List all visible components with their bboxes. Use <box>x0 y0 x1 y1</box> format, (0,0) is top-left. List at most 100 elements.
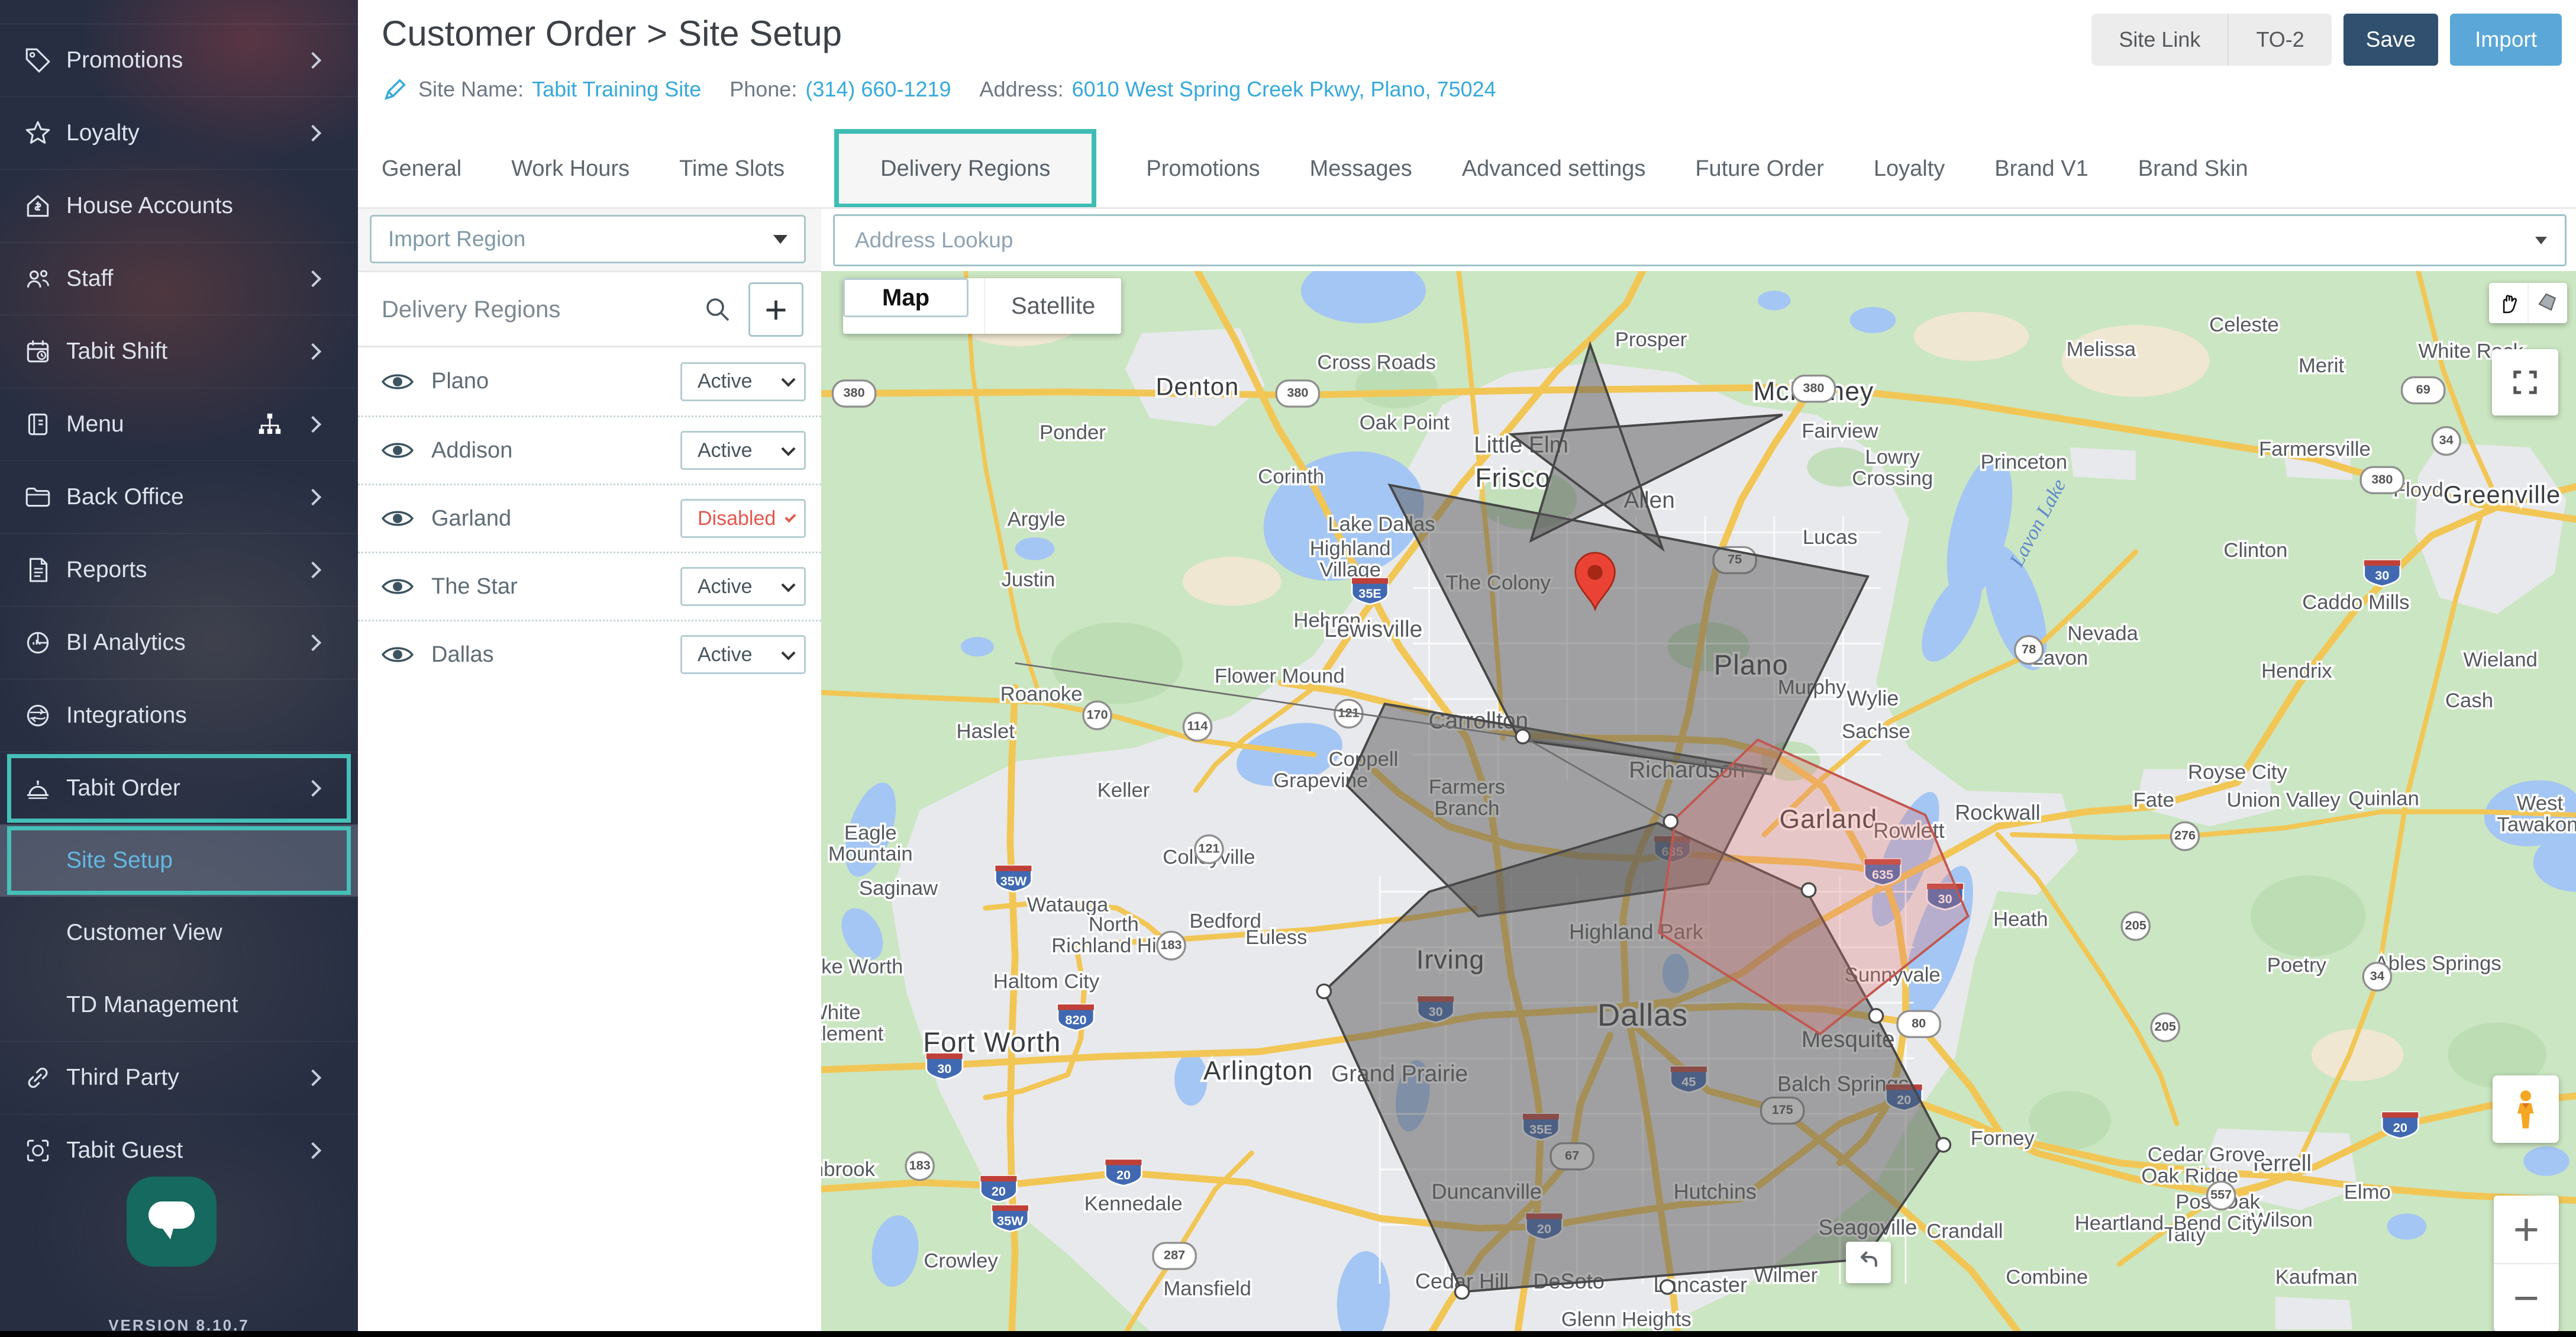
sidebar-item-integrations[interactable]: Integrations <box>0 679 358 752</box>
map-label: Kaufman <box>2275 1266 2358 1288</box>
region-row-addison: AddisonActive <box>358 415 821 484</box>
polygon-vertex[interactable] <box>1936 1138 1950 1152</box>
route-shield: 205 <box>2151 1013 2179 1041</box>
map-label: Poetry <box>2267 954 2327 977</box>
tab-time-slots[interactable]: Time Slots <box>679 156 785 182</box>
region-status-select[interactable]: Disabled <box>680 499 806 538</box>
chevron-right-icon <box>305 343 321 360</box>
sidebar-item-reports[interactable]: Reports <box>0 533 358 606</box>
sidebar-item-back-office[interactable]: Back Office <box>0 460 358 533</box>
region-name: Addison <box>431 438 680 463</box>
address-lookup-input[interactable]: Address Lookup <box>833 214 2567 266</box>
to2-button[interactable]: TO-2 <box>2228 14 2331 66</box>
tab-loyalty[interactable]: Loyalty <box>1874 156 1945 182</box>
sidebar-item-house-accounts[interactable]: House Accounts <box>0 169 358 242</box>
map-label: Arlington <box>1203 1056 1313 1085</box>
route-shield: 380 <box>2361 467 2403 493</box>
undo-button[interactable] <box>1846 1242 1891 1283</box>
tab-brand-skin[interactable]: Brand Skin <box>2138 156 2248 182</box>
tab-delivery-regions[interactable]: Delivery Regions <box>834 129 1096 208</box>
region-status-select[interactable]: Active <box>680 635 806 674</box>
svg-text:121: 121 <box>1198 841 1219 856</box>
visibility-eye-icon[interactable] <box>382 439 414 462</box>
map-label: Caddo Mills <box>2302 591 2409 614</box>
tab-messages[interactable]: Messages <box>1310 156 1412 182</box>
svg-text:380: 380 <box>843 385 864 400</box>
chevron-down-icon <box>781 442 795 456</box>
polygon-vertex[interactable] <box>1869 1009 1883 1023</box>
import-region-dropdown[interactable]: Import Region <box>370 215 806 263</box>
sidebar-item-third-party[interactable]: Third Party <box>0 1041 358 1114</box>
polygon-vertex[interactable] <box>1317 984 1331 998</box>
tab-brand-v1[interactable]: Brand V1 <box>1994 156 2088 182</box>
polygon-vertex[interactable] <box>1802 883 1815 897</box>
map-type-satellite-button[interactable]: Satellite <box>984 278 1121 334</box>
polygon-vertex[interactable] <box>1664 814 1677 828</box>
edit-pencil-icon[interactable] <box>382 76 409 103</box>
sidebar-item-td-management[interactable]: TD Management <box>0 969 358 1041</box>
svg-text:114: 114 <box>1187 719 1208 733</box>
polygon-vertex[interactable] <box>1661 1280 1674 1294</box>
map-label: Cross Roads <box>1317 352 1436 374</box>
visibility-eye-icon[interactable] <box>382 643 414 666</box>
sidebar-item-tabit-order[interactable]: Tabit Order <box>0 752 358 824</box>
region-status-select[interactable]: Active <box>680 362 806 401</box>
sidebar-item-site-setup[interactable]: Site Setup <box>0 824 358 897</box>
sidebar-item-label: Staff <box>66 266 307 292</box>
sidebar-item-customer-view[interactable]: Customer View <box>0 897 358 969</box>
add-region-button[interactable]: + <box>748 282 803 337</box>
chevron-right-icon <box>305 634 321 651</box>
sidebar-item-staff[interactable]: Staff <box>0 242 358 315</box>
map-tiles: ProsperCross RoadsDentonOak PointLittle … <box>821 271 2576 1331</box>
house-dollar-icon <box>22 191 53 221</box>
map-canvas[interactable]: ProsperCross RoadsDentonOak PointLittle … <box>821 271 2576 1331</box>
zoom-out-button[interactable]: − <box>2494 1264 2559 1331</box>
polygon-vertex[interactable] <box>1455 1285 1468 1299</box>
sidebar-item-promotions[interactable]: Promotions <box>0 24 358 96</box>
svg-text:35W: 35W <box>1000 874 1027 888</box>
chevron-down-icon <box>2535 237 2547 244</box>
route-shield: 34 <box>2432 427 2460 455</box>
draw-polygon-tool[interactable] <box>2527 283 2567 323</box>
sidebar-item-menu[interactable]: Menu <box>0 388 358 460</box>
pan-hand-tool[interactable] <box>2489 283 2527 323</box>
map-label: Prosper <box>1615 328 1687 351</box>
sidebar-item-bi-analytics[interactable]: BI Analytics <box>0 606 358 679</box>
map-label: Forney <box>1971 1127 2035 1149</box>
chat-bubble-button[interactable] <box>127 1177 217 1267</box>
map-label: Crandall <box>1926 1220 2003 1243</box>
sidebar-item-tabit-guest[interactable]: Tabit Guest <box>0 1114 358 1187</box>
svg-text:20: 20 <box>992 1184 1006 1199</box>
region-status-select[interactable]: Active <box>680 431 806 470</box>
tab-advanced-settings[interactable]: Advanced settings <box>1462 156 1646 182</box>
sidebar-item-loyalty[interactable]: Loyalty <box>0 96 358 169</box>
tab-promotions[interactable]: Promotions <box>1146 156 1260 182</box>
route-shield: 20 <box>980 1176 1016 1202</box>
tab-future-order[interactable]: Future Order <box>1695 156 1824 182</box>
visibility-eye-icon[interactable] <box>382 507 414 530</box>
address-value[interactable]: 6010 West Spring Creek Pkwy, Plano, 7502… <box>1072 77 1496 102</box>
pegman-button[interactable] <box>2493 1075 2559 1143</box>
phone-value[interactable]: (314) 660-1219 <box>805 77 951 102</box>
tab-work-hours[interactable]: Work Hours <box>511 156 630 182</box>
save-button[interactable]: Save <box>2343 14 2438 66</box>
map-type-map-button[interactable]: Map <box>843 278 969 317</box>
fullscreen-button[interactable] <box>2492 349 2558 415</box>
org-chart-icon[interactable] <box>256 411 283 438</box>
visibility-eye-icon[interactable] <box>382 575 414 598</box>
svg-text:69: 69 <box>2416 382 2430 397</box>
zoom-in-button[interactable]: + <box>2494 1196 2559 1264</box>
search-icon[interactable] <box>703 295 732 324</box>
import-button[interactable]: Import <box>2450 14 2562 66</box>
chevron-right-icon <box>305 52 321 69</box>
sidebar-item-tabit-shift[interactable]: Tabit Shift <box>0 315 358 388</box>
tab-general[interactable]: General <box>382 156 461 182</box>
map-label: Denton <box>1155 373 1239 401</box>
site-name-value[interactable]: Tabit Training Site <box>532 77 701 102</box>
region-status-select[interactable]: Active <box>680 567 806 606</box>
map-label: Cash <box>2445 690 2493 712</box>
site-link-button[interactable]: Site Link <box>2091 14 2228 66</box>
svg-text:30: 30 <box>2375 568 2389 583</box>
visibility-eye-icon[interactable] <box>382 370 414 394</box>
polygon-vertex[interactable] <box>1516 730 1529 743</box>
